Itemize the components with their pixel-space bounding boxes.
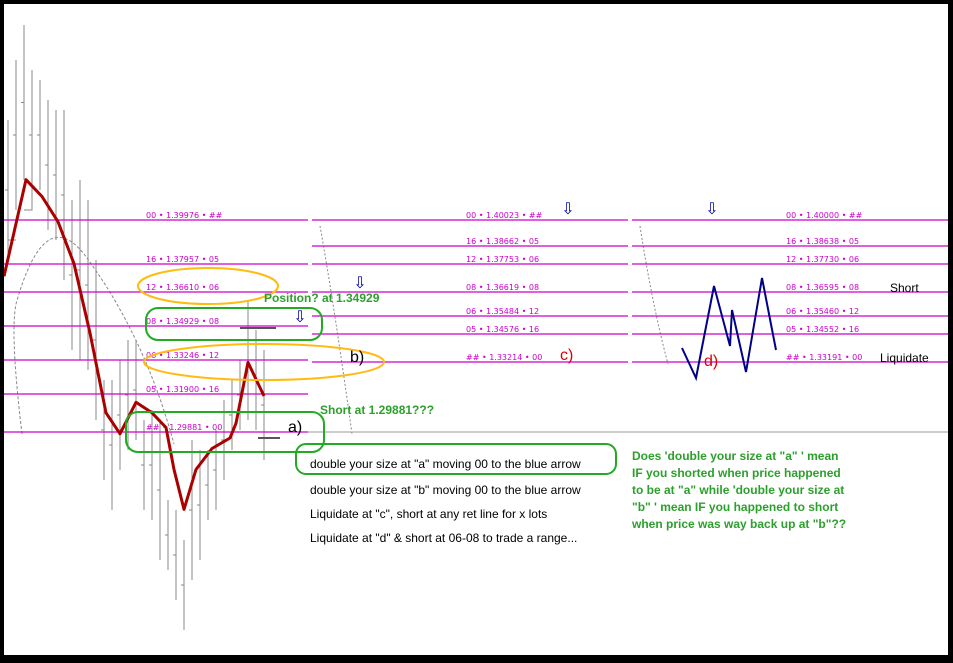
fib-level-label: ## • 1.33214 • 00	[466, 353, 542, 362]
blue-arrow-icon: ⇩	[705, 201, 718, 218]
fib-level-label: 12 • 1.36610 • 06	[146, 283, 219, 292]
fib-level-label: 06 • 1.35460 • 12	[786, 307, 859, 316]
label-b: b)	[350, 349, 364, 366]
fib-level-label: 05 • 1.34576 • 16	[466, 325, 539, 334]
fib-level-label: 05 • 1.31900 • 16	[146, 385, 219, 394]
label-a: a)	[288, 419, 302, 436]
chart-frame: 00 • 1.39976 • ## 16 • 1.37957 • 05 12 • 1…	[0, 0, 953, 663]
blue-arrow-icon: ⇩	[561, 201, 574, 218]
label-liquidate: Liquidate	[880, 351, 929, 365]
question-line: Does 'double your size at "a" ' mean	[632, 449, 838, 463]
label-c: c)	[560, 347, 573, 364]
question-line: IF you shorted when price happened	[632, 466, 841, 480]
position-annotation: Position? at 1.34929	[264, 291, 380, 305]
question-line: to be at "a" while 'double your size at	[632, 483, 844, 497]
fib-level-label: 00 • 1.40023 • ##	[466, 211, 543, 220]
fib-level-label: 00 • 1.39976 • ##	[146, 211, 223, 220]
fib-level-label: 16 • 1.37957 • 05	[146, 255, 219, 264]
fib-level-label: 06 • 1.35484 • 12	[466, 307, 539, 316]
bracket	[24, 120, 33, 211]
forex-chart: 00 • 1.39976 • ## 16 • 1.37957 • 05 12 • 1…	[4, 25, 948, 630]
fib-level-label: ## • 1.33191 • 00	[786, 353, 862, 362]
fib-level-label: 05 • 1.34552 • 16	[786, 325, 859, 334]
fib-level-label: 16 • 1.38638 • 05	[786, 237, 859, 246]
fib-level-label: 00 • 1.40000 • ##	[786, 211, 863, 220]
instruction-note: Liquidate at "d" & short at 06-08 to tra…	[310, 531, 577, 545]
instruction-note: Liquidate at "c", short at any ret line …	[310, 507, 547, 521]
fib-level-label: ## • 1.29881 • 00	[146, 423, 222, 432]
dashed-curve	[639, 225, 669, 365]
range-zigzag	[681, 277, 777, 382]
fib-level-label: 06 • 1.33246 • 12	[146, 351, 219, 360]
question-line: when price was way back up at "b"??	[631, 517, 846, 531]
fib-level-label: 16 • 1.38662 • 05	[466, 237, 539, 246]
blue-arrow-icon: ⇩	[293, 309, 306, 326]
question-line: "b" ' mean IF you happened to short	[632, 500, 838, 514]
fib-level-label: 08 • 1.36595 • 08	[786, 283, 859, 292]
label-d: d)	[704, 353, 718, 370]
label-short: Short	[890, 281, 919, 295]
blue-arrow-icon: ⇩	[353, 275, 366, 292]
chart-canvas: 00 • 1.39976 • ## 16 • 1.37957 • 05 12 • 1…	[4, 4, 948, 655]
fib-level-label: 08 • 1.34929 • 08	[146, 317, 219, 326]
short-annotation: Short at 1.29881???	[320, 403, 434, 417]
instruction-note: double your size at "b" moving 00 to the…	[310, 483, 581, 497]
instruction-note: double your size at "a" moving 00 to the…	[310, 457, 581, 471]
fib-level-label: 12 • 1.37730 • 06	[786, 255, 859, 264]
fib-level-label: 12 • 1.37753 • 06	[466, 255, 539, 264]
fib-level-label: 08 • 1.36619 • 08	[466, 283, 539, 292]
